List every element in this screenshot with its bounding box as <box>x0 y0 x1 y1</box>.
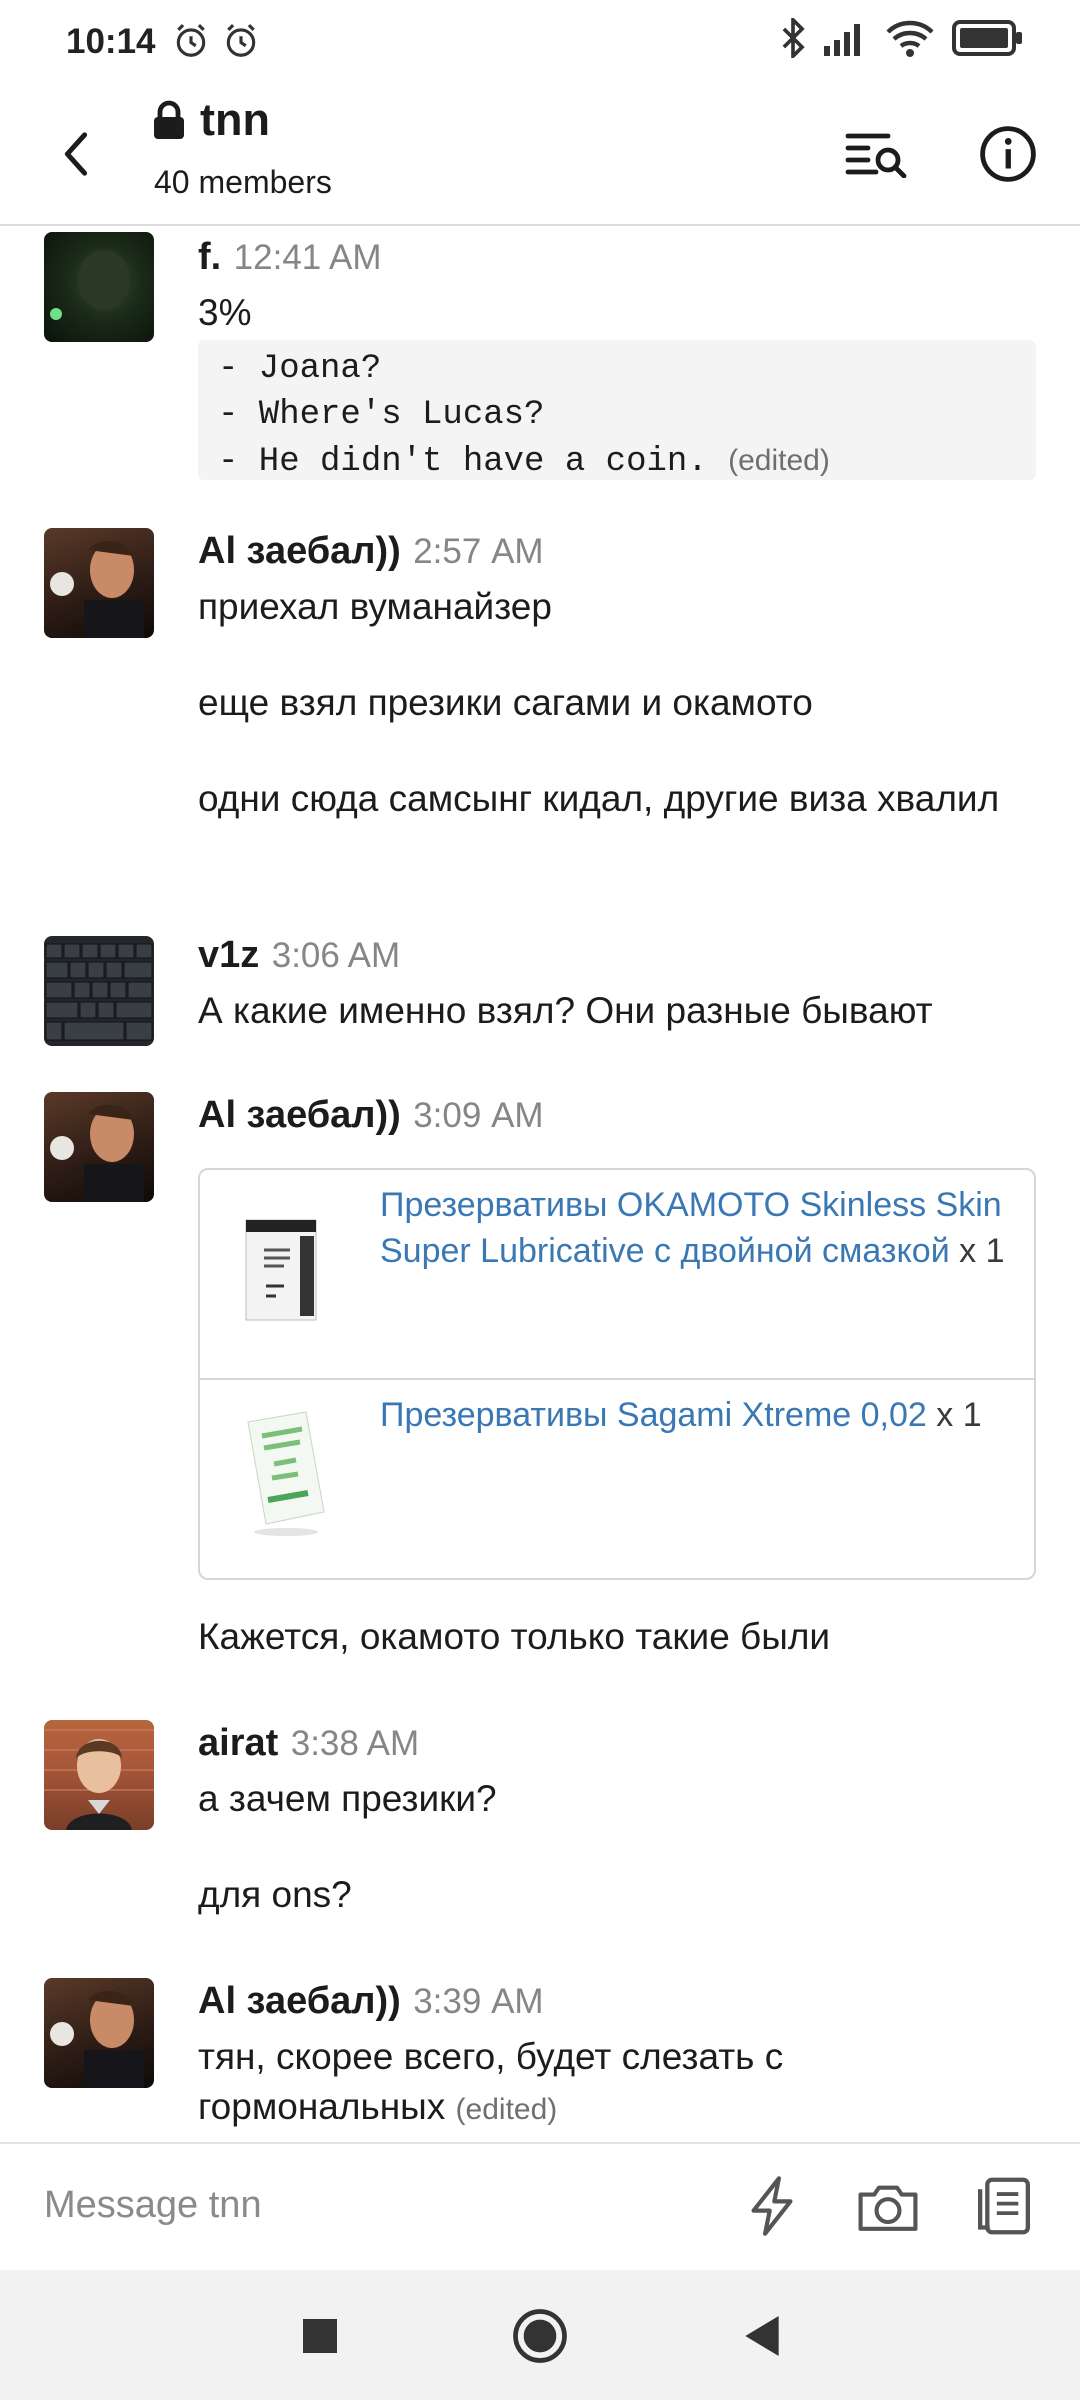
message-author[interactable]: Al заебал)) <box>198 1980 401 2022</box>
message-author[interactable]: Al заебал)) <box>198 530 401 572</box>
message-input[interactable]: Message tnn <box>44 2184 262 2227</box>
info-icon <box>980 126 1036 182</box>
battery-icon <box>952 20 1022 56</box>
home-button[interactable] <box>504 2300 576 2372</box>
avatar[interactable] <box>44 1720 154 1830</box>
avatar[interactable] <box>44 232 154 342</box>
message-composer: Message tnn <box>0 2142 1080 2272</box>
nav-back-button[interactable] <box>726 2300 798 2372</box>
message-time: 3:38 AM <box>290 1724 420 1763</box>
message-author[interactable]: Al заебал)) <box>198 1094 401 1136</box>
recents-square-icon <box>303 2319 337 2353</box>
avatar-image <box>50 250 130 320</box>
status-bar: 10:14 <box>0 0 1080 84</box>
home-circle-icon <box>513 2309 567 2363</box>
recents-button[interactable] <box>284 2300 356 2372</box>
channel-header: tnn 40 members <box>0 84 1080 226</box>
message-list[interactable]: f. 12:41 AM 3% - Joana? - Where's Lucas?… <box>0 226 1080 2142</box>
code-line: - Joana? <box>218 350 382 388</box>
code-block: - Joana? - Where's Lucas? - He didn't ha… <box>198 340 1036 481</box>
product-link[interactable]: Презервативы Sagami Xtreme 0,02 <box>380 1396 927 1434</box>
product-item[interactable]: Презервативы OKAMOTO Skinless Skin Super… <box>200 1170 1034 1378</box>
message-text: 3% <box>198 292 252 333</box>
system-navigation-bar <box>0 2270 1080 2400</box>
product-quantity: x 1 <box>936 1396 982 1434</box>
back-triangle-icon <box>745 2316 779 2356</box>
shortcuts-button[interactable] <box>736 2170 808 2242</box>
shortcut-lightning-icon <box>751 2176 793 2236</box>
avatar[interactable] <box>44 528 154 638</box>
lock-icon <box>154 100 184 139</box>
message-time: 3:06 AM <box>271 936 401 975</box>
product-quantity: x 1 <box>959 1232 1005 1270</box>
code-line: - He didn't have a coin. <box>218 443 708 481</box>
camera-button[interactable] <box>852 2170 924 2242</box>
message-text: приехал вуманайзер <box>198 586 552 627</box>
message-time: 3:39 AM <box>413 1982 544 2021</box>
code-line: - Where's Lucas? <box>218 396 545 434</box>
member-count[interactable]: 40 members <box>154 164 332 201</box>
alarm-icon <box>226 24 256 57</box>
message-author[interactable]: f. <box>198 236 221 278</box>
avatar-image <box>44 1729 154 1830</box>
avatar[interactable] <box>44 1978 154 2088</box>
attachment-button[interactable] <box>968 2170 1040 2242</box>
message-text: для ons? <box>198 1874 352 1915</box>
back-arrow-icon <box>64 132 88 176</box>
message-text: Кажется, окамото только такие были <box>198 1616 831 1657</box>
message-author[interactable]: airat <box>198 1722 278 1764</box>
message-text: А какие именно взял? Они разные бывают <box>198 990 933 1031</box>
message-time: 12:41 AM <box>233 238 382 277</box>
avatar-image <box>50 1104 144 1202</box>
back-button[interactable] <box>48 114 104 194</box>
product-box-image <box>247 1411 325 1536</box>
attachment-icon <box>978 2177 1030 2235</box>
message-text: а зачем презики? <box>198 1778 497 1819</box>
alarm-icon <box>176 24 206 57</box>
search-in-channel-icon <box>845 133 907 178</box>
signal-icon <box>824 24 860 56</box>
product-box-image <box>245 1219 317 1321</box>
avatar-image <box>50 540 144 638</box>
avatar[interactable] <box>44 1092 154 1202</box>
edited-label: (edited) <box>728 444 830 477</box>
channel-title[interactable]: tnn <box>152 94 270 146</box>
channel-info-button[interactable] <box>968 114 1048 194</box>
product-list-card: Презервативы OKAMOTO Skinless Skin Super… <box>198 1168 1036 1580</box>
message-time: 3:09 AM <box>413 1096 544 1135</box>
avatar[interactable] <box>44 936 154 1046</box>
avatar-image <box>45 943 153 1041</box>
camera-icon <box>858 2185 918 2231</box>
wifi-icon <box>886 20 934 57</box>
channel-name: tnn <box>200 94 270 145</box>
product-link[interactable]: Презервативы OKAMOTO Skinless Skin Super… <box>380 1186 1002 1270</box>
message-text: еще взял презики сагами и окамото <box>198 682 813 723</box>
message-author[interactable]: v1z <box>198 934 259 976</box>
avatar-image <box>50 1990 144 2088</box>
edited-label: (edited) <box>455 2093 558 2126</box>
message-time: 2:57 AM <box>413 532 544 571</box>
message-text: одни сюда самсынг кидал, другие виза хва… <box>198 778 1000 819</box>
product-item[interactable]: Презервативы Sagami Xtreme 0,02 x 1 <box>200 1378 1034 1588</box>
bluetooth-icon <box>782 18 805 58</box>
search-in-channel-button[interactable] <box>836 114 916 194</box>
status-time: 10:14 <box>66 22 156 61</box>
